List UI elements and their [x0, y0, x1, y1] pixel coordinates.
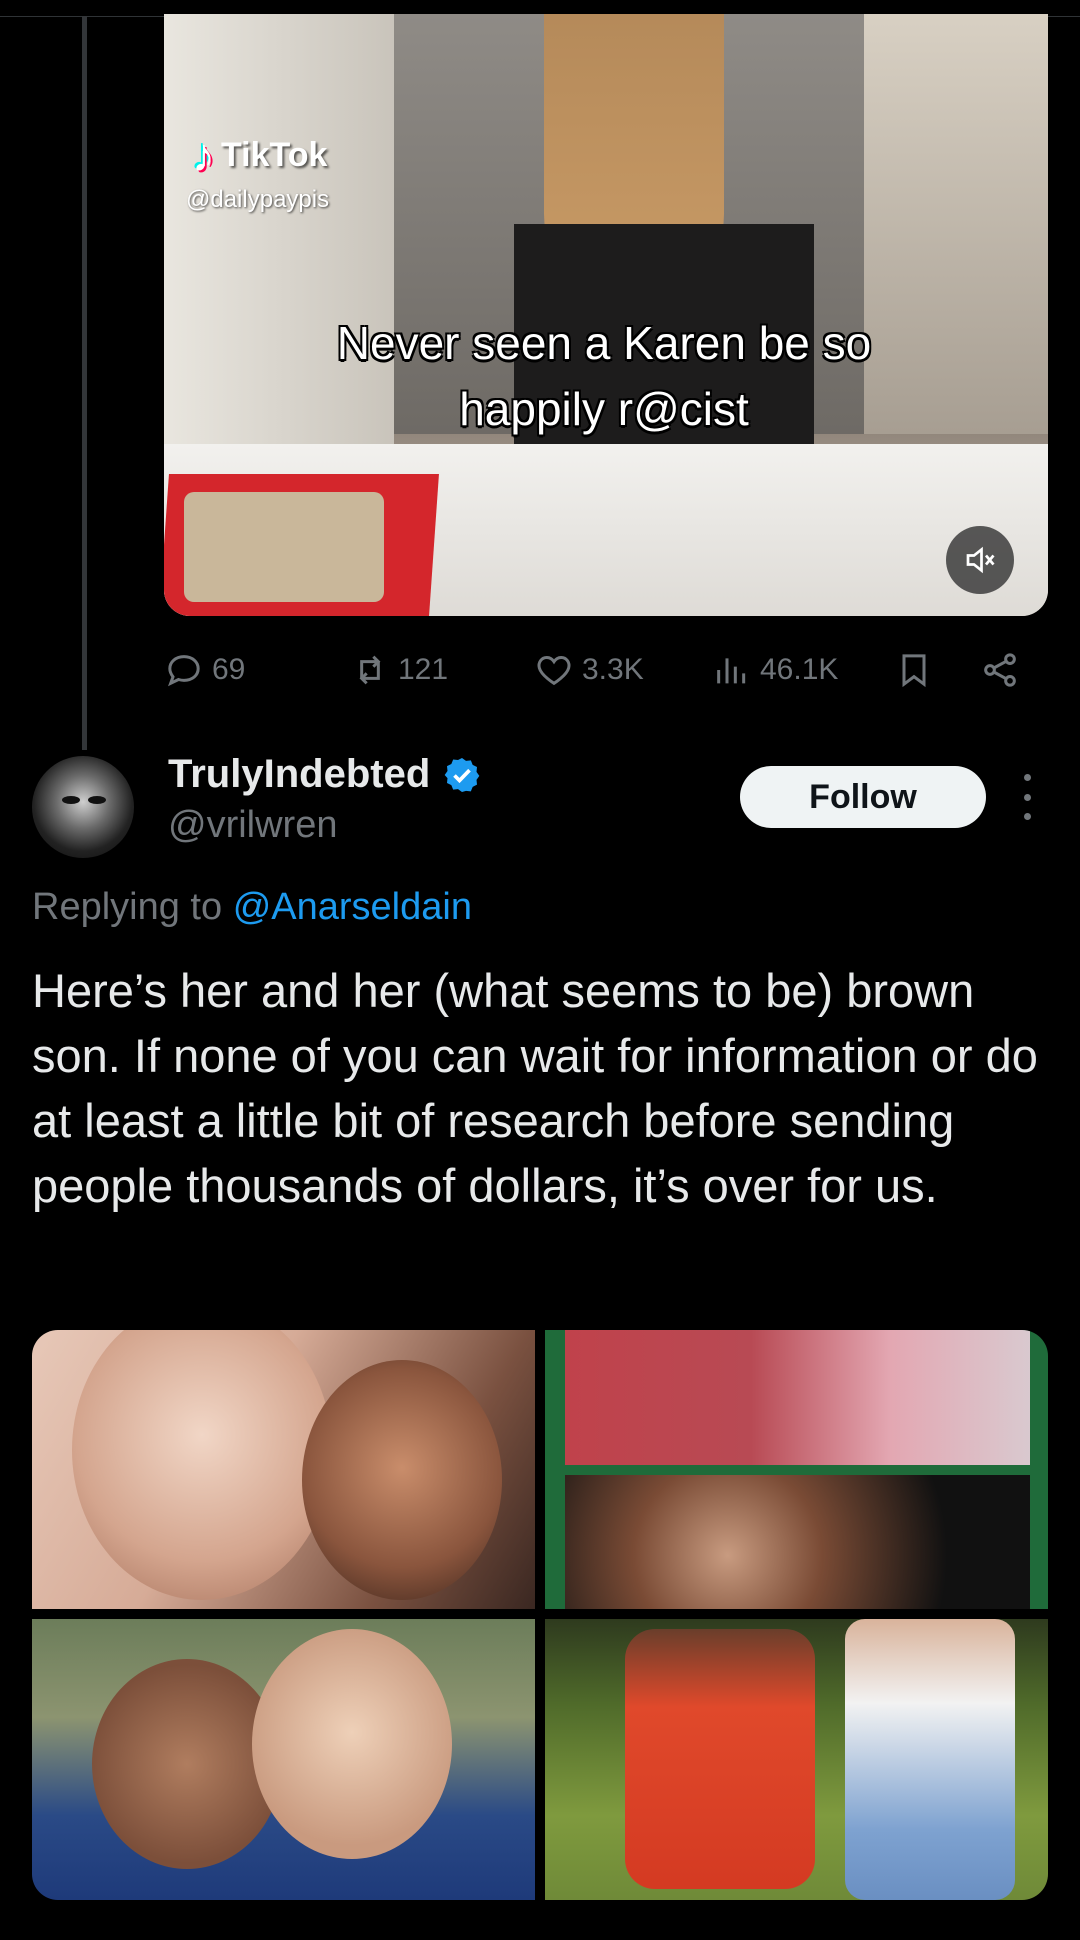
tiktok-note-icon: ♪: [192, 129, 215, 181]
display-name[interactable]: TrulyIndebted: [168, 752, 430, 797]
more-dot-icon: [1023, 774, 1031, 781]
photo-2-lower: [565, 1475, 1030, 1609]
photo-3[interactable]: [32, 1619, 535, 1900]
bookmark-icon: [902, 654, 926, 688]
tweet-text: Here’s her and her (what seems to be) br…: [32, 964, 1038, 1212]
avatar-eye: [88, 796, 106, 804]
video-caption: Never seen a Karen be so happily r@cist: [224, 310, 984, 442]
photo-4[interactable]: [545, 1619, 1048, 1900]
like-action[interactable]: 3.3K: [534, 650, 644, 690]
verified-badge-icon: [444, 757, 480, 792]
tiktok-watermark: ♪ TikTok: [192, 132, 327, 178]
share-icon: [984, 653, 1016, 687]
photo-grid: [32, 1330, 1048, 1900]
reply-action[interactable]: 69: [164, 650, 245, 690]
thread-connector-line: [82, 16, 87, 750]
video-caption-line: happily r@cist: [459, 383, 749, 435]
tweet-action-bar: 69 121 3.3K 46.1K: [164, 650, 1044, 694]
author-name-row[interactable]: TrulyIndebted: [168, 752, 482, 797]
bookmark-button[interactable]: [894, 650, 934, 690]
video-box-window: [184, 492, 384, 602]
repost-action[interactable]: 121: [350, 650, 448, 690]
repost-icon: [359, 655, 381, 685]
repost-count: 121: [398, 653, 449, 686]
avatar[interactable]: [32, 756, 134, 858]
reply-bubble-icon: [168, 655, 200, 687]
tiktok-wordmark: TikTok: [221, 135, 328, 174]
more-dot-icon: [1023, 793, 1031, 801]
photo-face: [302, 1360, 502, 1600]
photo-1[interactable]: [32, 1330, 535, 1609]
photo-person: [845, 1619, 1015, 1900]
replying-to-line: Replying to @Anarseldain: [32, 886, 472, 929]
speaker-muted-icon: [966, 546, 995, 574]
photo-2-upper: [565, 1330, 1030, 1465]
views-count: 46.1K: [760, 653, 839, 686]
photo-face: [252, 1629, 452, 1859]
author-handle[interactable]: @vrilwren: [168, 804, 337, 847]
photo-2[interactable]: [545, 1330, 1048, 1609]
views-action[interactable]: 46.1K: [712, 650, 838, 690]
share-button[interactable]: [980, 650, 1020, 690]
avatar-eye: [62, 796, 80, 804]
analytics-bars-icon: [717, 658, 746, 684]
heart-icon: [537, 655, 571, 686]
follow-button[interactable]: Follow: [740, 766, 986, 828]
video-caption-line: Never seen a Karen be so: [336, 317, 872, 369]
mute-button[interactable]: [946, 526, 1014, 594]
photo-person: [625, 1629, 815, 1889]
replying-prefix: Replying to: [32, 886, 223, 928]
more-options-button[interactable]: [1014, 774, 1040, 820]
like-count: 3.3K: [582, 653, 644, 686]
photo-face: [72, 1330, 332, 1600]
more-dot-icon: [1023, 813, 1031, 820]
embedded-video[interactable]: ♪ TikTok @dailypaypis Never seen a Karen…: [164, 14, 1048, 616]
reply-count: 69: [212, 653, 246, 686]
replying-to-link[interactable]: @Anarseldain: [233, 886, 472, 928]
tiktok-handle: @dailypaypis: [186, 186, 330, 213]
